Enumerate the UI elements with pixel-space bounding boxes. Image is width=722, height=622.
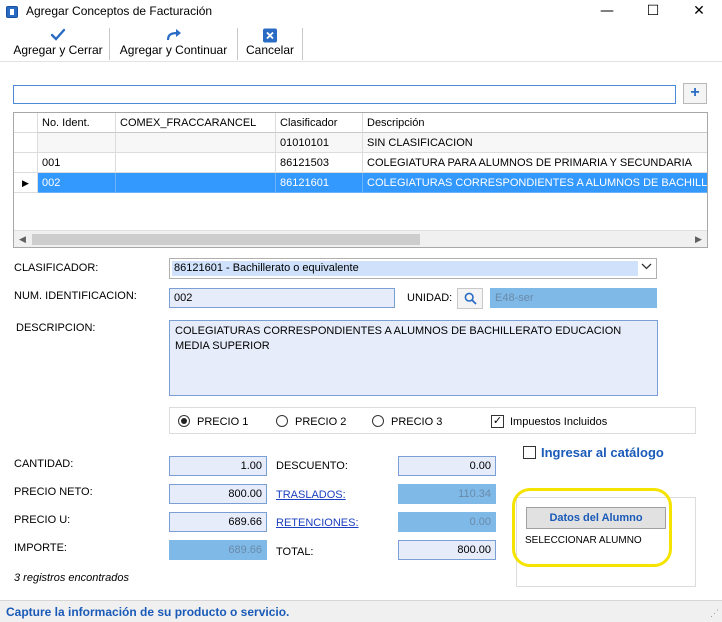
toolbar-separator xyxy=(237,28,238,60)
descripcion-label: DESCRIPCION: xyxy=(16,322,96,334)
cantidad-label: CANTIDAD: xyxy=(14,458,74,470)
minimize-button[interactable]: — xyxy=(584,0,630,24)
cantidad-field[interactable]: 1.00 xyxy=(169,456,267,476)
table-cell[interactable] xyxy=(116,133,276,153)
descuento-field[interactable]: 0.00 xyxy=(398,456,496,476)
search-icon xyxy=(464,292,477,308)
precio-1-radio[interactable] xyxy=(178,415,190,427)
toolbar-separator xyxy=(109,28,110,60)
precio-u-label: PRECIO U: xyxy=(14,514,71,526)
cancelar-button[interactable]: Cancelar xyxy=(241,26,299,60)
add-button[interactable]: + xyxy=(683,83,707,104)
agregar-y-continuar-label: Agregar y Continuar xyxy=(119,43,228,57)
table-cell[interactable] xyxy=(116,153,276,173)
descuento-label: DESCUENTO: xyxy=(276,460,348,472)
resize-grip-icon[interactable]: ⋰ xyxy=(710,608,719,619)
table-cell[interactable]: 001 xyxy=(38,153,116,173)
traslados-link[interactable]: TRASLADOS: xyxy=(276,489,346,501)
precio-2-radio[interactable] xyxy=(276,415,288,427)
num-identificacion-field[interactable]: 002 xyxy=(169,288,395,308)
precio-1-label[interactable]: PRECIO 1 xyxy=(197,416,248,428)
row-header[interactable] xyxy=(14,133,38,153)
unidad-field: E48-ser xyxy=(490,288,657,308)
impuestos-incluidos-label[interactable]: Impuestos Incluidos xyxy=(510,416,607,428)
current-row-marker[interactable]: ▶ xyxy=(14,173,38,193)
table-cell[interactable]: SIN CLASIFICACION xyxy=(363,133,707,153)
column-header[interactable]: COMEX_FRACCARANCEL xyxy=(116,113,276,133)
toolbar-separator xyxy=(302,28,303,60)
highlight-annotation xyxy=(512,488,672,567)
row-header[interactable] xyxy=(14,153,38,173)
retenciones-field: 0.00 xyxy=(398,512,496,532)
clasificador-select[interactable]: 86121601 - Bachillerato o equivalente xyxy=(169,258,657,279)
status-bar: Capture la información de su producto o … xyxy=(0,600,722,622)
table-cell[interactable] xyxy=(38,133,116,153)
table-cell[interactable]: 01010101 xyxy=(276,133,363,153)
precio-u-field[interactable]: 689.66 xyxy=(169,512,267,532)
chevron-down-icon[interactable] xyxy=(641,261,652,273)
scrollbar-thumb[interactable] xyxy=(32,234,420,245)
table-cell[interactable]: 86121503 xyxy=(276,153,363,173)
horizontal-scrollbar[interactable]: ◀ ▶ xyxy=(14,230,707,247)
scroll-left-icon[interactable]: ◀ xyxy=(14,231,31,247)
column-header[interactable]: Clasificador xyxy=(276,113,363,133)
agregar-y-cerrar-label: Agregar y Cerrar xyxy=(13,43,103,57)
impuestos-incluidos-checkbox[interactable]: ✓ xyxy=(491,415,504,428)
grid-corner xyxy=(14,113,38,133)
table-cell[interactable]: 86121601 xyxy=(276,173,363,193)
close-window-button[interactable]: ✕ xyxy=(676,0,722,24)
window-title: Agregar Conceptos de Facturación xyxy=(26,4,213,18)
column-header[interactable]: No. Ident. xyxy=(38,113,116,133)
retenciones-link[interactable]: RETENCIONES: xyxy=(276,517,359,529)
total-label: TOTAL: xyxy=(276,546,314,558)
cancelar-label: Cancelar xyxy=(245,43,295,57)
total-field: 800.00 xyxy=(398,540,496,560)
importe-field: 689.66 xyxy=(169,540,267,560)
precio-2-label[interactable]: PRECIO 2 xyxy=(295,416,346,428)
search-input[interactable] xyxy=(13,85,676,104)
scroll-right-icon[interactable]: ▶ xyxy=(690,231,707,247)
table-cell[interactable] xyxy=(116,173,276,193)
traslados-field: 110.34 xyxy=(398,484,496,504)
table-cell[interactable]: COLEGIATURAS CORRESPONDIENTES A ALUMNOS … xyxy=(363,173,707,193)
records-count: 3 registros encontrados xyxy=(14,572,129,584)
precio-3-label[interactable]: PRECIO 3 xyxy=(391,416,442,428)
unidad-label: UNIDAD: xyxy=(407,292,453,304)
ingresar-catalogo-checkbox[interactable] xyxy=(523,446,536,459)
table-cell[interactable]: COLEGIATURA PARA ALUMNOS DE PRIMARIA Y S… xyxy=(363,153,707,173)
concepts-grid[interactable]: No. Ident. COMEX_FRACCARANCEL Clasificad… xyxy=(13,112,708,248)
precio-neto-field[interactable]: 800.00 xyxy=(169,484,267,504)
column-header[interactable]: Descripción xyxy=(363,113,707,133)
precio-neto-label: PRECIO NETO: xyxy=(14,486,93,498)
precio-options-group: PRECIO 1 PRECIO 2 PRECIO 3 ✓ Impuestos I… xyxy=(169,407,696,434)
title-bar: Agregar Conceptos de Facturación — ☐ ✕ xyxy=(0,0,722,24)
unidad-search-button[interactable] xyxy=(457,288,483,309)
clasificador-value: 86121601 - Bachillerato o equivalente xyxy=(172,261,638,276)
ingresar-catalogo-label[interactable]: Ingresar al catálogo xyxy=(541,445,664,460)
table-cell[interactable]: 002 xyxy=(38,173,116,193)
status-message: Capture la información de su producto o … xyxy=(6,605,290,619)
agregar-y-cerrar-button[interactable]: Agregar y Cerrar xyxy=(11,26,105,60)
num-identificacion-label: NUM. IDENTIFICACION: xyxy=(14,290,137,302)
clasificador-label: CLASIFICADOR: xyxy=(14,262,99,274)
precio-3-radio[interactable] xyxy=(372,415,384,427)
agregar-y-continuar-button[interactable]: Agregar y Continuar xyxy=(113,26,234,60)
app-icon xyxy=(6,6,18,18)
maximize-button[interactable]: ☐ xyxy=(630,0,676,24)
importe-label: IMPORTE: xyxy=(14,542,67,554)
descripcion-textarea[interactable]: COLEGIATURAS CORRESPONDIENTES A ALUMNOS … xyxy=(169,320,658,396)
